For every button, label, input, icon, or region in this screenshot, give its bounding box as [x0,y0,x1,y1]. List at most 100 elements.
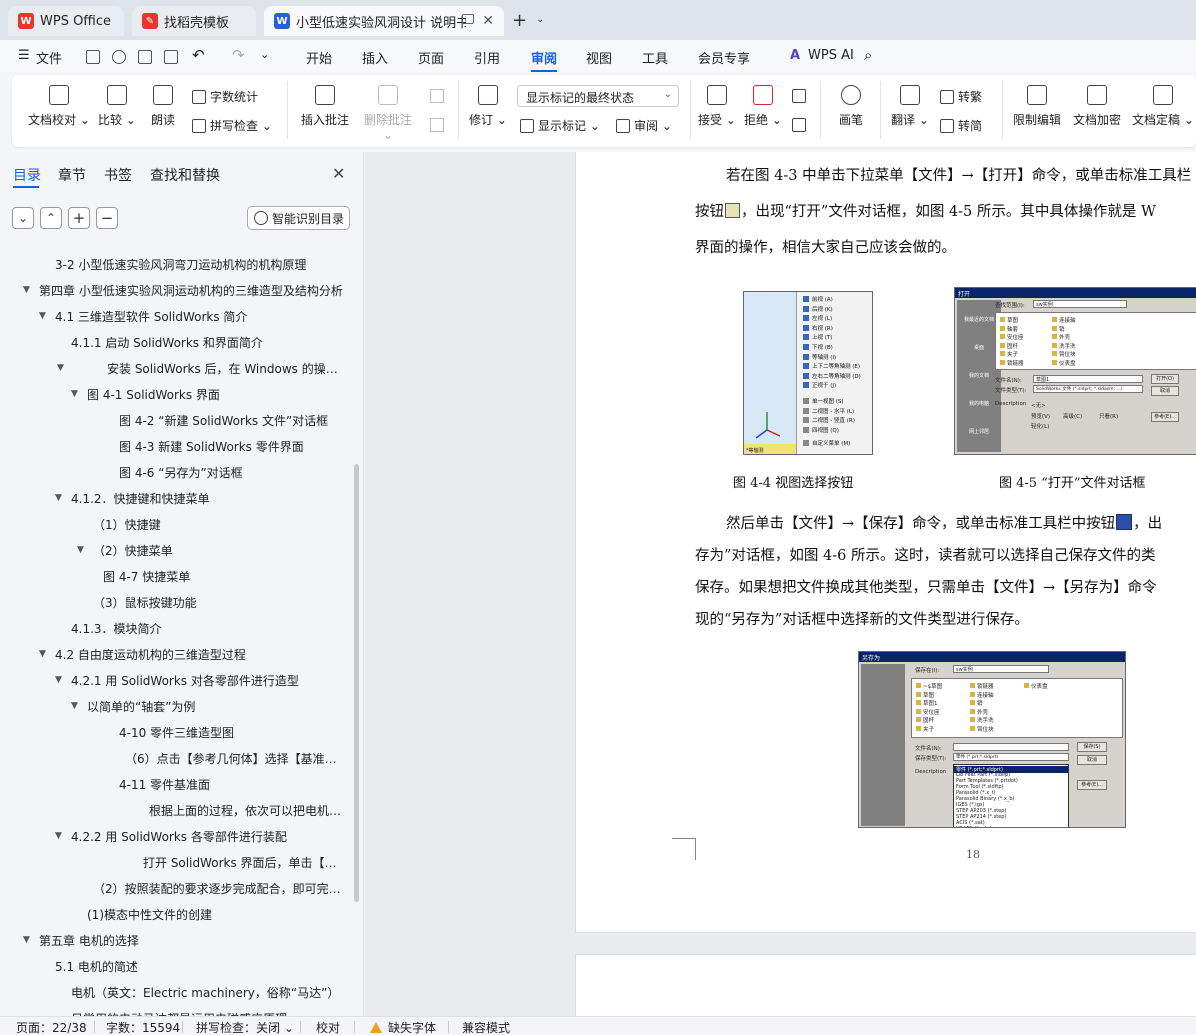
tab-chapters[interactable]: 章节 [58,165,86,185]
chevron-down-icon[interactable]: ▼ [39,649,46,659]
next-comment-icon[interactable] [430,118,444,132]
toc-item[interactable]: （3）鼠标按键功能 [93,592,346,614]
chevron-down-icon[interactable]: ▼ [55,831,62,841]
chevron-down-icon[interactable]: ⌄ [536,14,544,25]
toc-item[interactable]: 4.1.1 启动 SolidWorks 和界面简介 [71,332,346,354]
add-heading-button[interactable]: + [68,207,90,229]
missing-font-status[interactable]: 缺失字体 [370,1019,436,1035]
scrollbar[interactable] [354,464,359,902]
toc-item[interactable]: 第四章 小型低速实验风洞运动机构的三维造型及结构分析 [39,280,346,302]
pen-button[interactable]: 画笔 [836,85,866,128]
doc-check-button[interactable]: 文档校对 ⌄ [28,85,90,128]
markup-state-select[interactable]: 显示标记的最终状态 ⌄ [517,85,679,107]
menu-review[interactable]: 审阅 [531,48,557,67]
print-icon[interactable] [138,50,152,64]
toc-item[interactable]: 图 4-6 “另存为”对话框 [119,462,346,484]
redo-icon[interactable]: ↷ [232,46,245,64]
remove-heading-button[interactable]: − [96,207,118,229]
toc-item[interactable]: （2）按照装配的要求逐步完成配合，即可完成装配 [93,878,346,900]
tab-bookmarks[interactable]: 书签 [104,165,132,185]
menu-member[interactable]: 会员专享 [698,48,750,67]
delete-comment-button[interactable]: 删除批注 ⌄ [358,85,418,142]
chevron-down-icon[interactable]: ▼ [55,493,62,503]
toc-item[interactable]: 以简单的“轴套”为例 [87,696,346,718]
hamburger-icon[interactable]: ☰ [18,48,30,63]
word-count-button[interactable]: 字数统计 [192,88,258,105]
to-simplified-button[interactable]: 转简 [940,117,982,134]
print-preview-icon[interactable] [164,50,178,64]
chevron-down-icon[interactable]: ▼ [23,935,30,945]
toc-item[interactable]: 3-2 小型低速实验风洞弯刀运动机构的机构原理 [55,254,346,276]
chevron-down-icon[interactable]: ⌄ [260,48,269,61]
menu-reference[interactable]: 引用 [474,48,500,67]
close-icon[interactable]: ✕ [482,13,494,29]
toc-item[interactable]: 4.2.2 用 SolidWorks 各零部件进行装配 [71,826,346,848]
menu-wps-ai[interactable]: WPS AI [808,48,854,63]
toc-item[interactable]: 4.2.1 用 SolidWorks 对各零部件进行造型 [71,670,346,692]
tab-wps-office[interactable]: W WPS Office [8,6,124,36]
prev-comment-icon[interactable] [430,89,444,103]
revise-button[interactable]: 修订 ⌄ [468,85,508,128]
accept-button[interactable]: 接受 ⌄ [698,85,736,128]
insert-comment-button[interactable]: 插入批注 [300,85,350,128]
compare-button[interactable]: 比较 ⌄ [98,85,136,128]
toc-item[interactable]: 4.2 自由度运动机构的三维造型过程 [55,644,346,666]
expand-button[interactable]: ⌃ [40,207,62,229]
page-indicator[interactable]: 页面：22/38 [16,1019,87,1035]
tab-toc[interactable]: 目录 [13,165,41,185]
tab-docer[interactable]: ✎ 找稻壳模板 [132,6,256,36]
menu-file[interactable]: 文件 [36,48,62,67]
proofread-status[interactable]: 校对 [316,1019,340,1035]
spell-check-status[interactable]: 拼写检查：关闭 ⌄ [196,1019,294,1035]
tab-find-replace[interactable]: 查找和替换 [150,165,220,185]
chevron-down-icon[interactable]: ▼ [57,363,64,373]
translate-button[interactable]: 翻译 ⌄ [890,85,930,128]
toc-item[interactable]: 5.1 电机的简述 [55,956,346,978]
read-aloud-button[interactable]: 朗读 [148,85,178,128]
next-change-icon[interactable] [792,118,806,132]
encrypt-button[interactable]: 文档加密 [1070,85,1124,128]
word-count[interactable]: 字数：15594 [106,1019,180,1035]
monitor-icon[interactable] [462,14,474,24]
toc-item[interactable]: 第五章 电机的选择 [39,930,346,952]
chevron-down-icon[interactable]: ▼ [39,311,46,321]
new-tab-icon[interactable]: + [512,10,527,31]
toc-item[interactable]: 4-10 零件三维造型图 [119,722,346,744]
spell-check-button[interactable]: 拼写检查 ⌄ [192,117,272,134]
toc-item[interactable]: （2）快捷菜单 [93,540,346,562]
to-traditional-button[interactable]: 转繁 [940,88,982,105]
tab-document[interactable]: W 小型低速实验风洞设计 说明书 ✕ [264,6,504,36]
close-icon[interactable]: ✕ [332,164,345,183]
smart-toc-button[interactable]: 智能识别目录 [247,206,350,230]
toc-item[interactable]: 电机（英文：Electric machinery，俗称“马达”） [71,982,346,1004]
toc-item[interactable]: 4-11 零件基准面 [119,774,346,796]
prev-change-icon[interactable] [792,89,806,103]
chevron-down-icon[interactable]: ▼ [77,545,84,555]
show-markup-button[interactable]: 显示标记 ⌄ [520,117,600,134]
search-icon[interactable]: ⌕ [864,46,872,64]
menu-home[interactable]: 开始 [306,48,332,67]
toc-item[interactable]: (1)模态中性文件的创建 [87,904,346,926]
collapse-all-button[interactable]: ⌄ [12,207,34,229]
chevron-down-icon[interactable]: ▼ [71,701,78,711]
toc-item[interactable]: 打开 SolidWorks 界面后，单击【新建】 [143,852,346,874]
finalize-button[interactable]: 文档定稿 ⌄ [1130,85,1196,128]
undo-icon[interactable]: ↶ [192,46,205,64]
menu-view[interactable]: 视图 [586,48,612,67]
restrict-edit-button[interactable]: 限制编辑 [1010,85,1064,128]
menu-page[interactable]: 页面 [418,48,444,67]
chevron-down-icon[interactable]: ▼ [71,389,78,399]
menu-insert[interactable]: 插入 [362,48,388,67]
chevron-down-icon[interactable]: ▼ [55,675,62,685]
reject-button[interactable]: 拒绝 ⌄ [744,85,782,128]
toc-item[interactable]: （6）点击【参考几何体】选择【基准面】命令 [125,748,346,770]
menu-tools[interactable]: 工具 [642,48,668,67]
chevron-down-icon[interactable]: ▼ [23,285,30,295]
toc-item[interactable]: 图 4-1 SolidWorks 界面 [87,384,346,406]
toc-item[interactable]: 4.1.2．快捷键和快捷菜单 [71,488,346,510]
toc-item[interactable]: 根据上面的过程，依次可以把电机支架等零件 [149,800,346,822]
review-pane-button[interactable]: 审阅 ⌄ [616,117,672,134]
toc-item[interactable]: 图 4-2 “新建 SolidWorks 文件”对话框 [119,410,346,432]
toc-item[interactable]: 安装 SolidWorks 后，在 Windows 的操作环境下 [107,358,346,380]
toc-item[interactable]: 4.1 三维造型软件 SolidWorks 简介 [55,306,346,328]
